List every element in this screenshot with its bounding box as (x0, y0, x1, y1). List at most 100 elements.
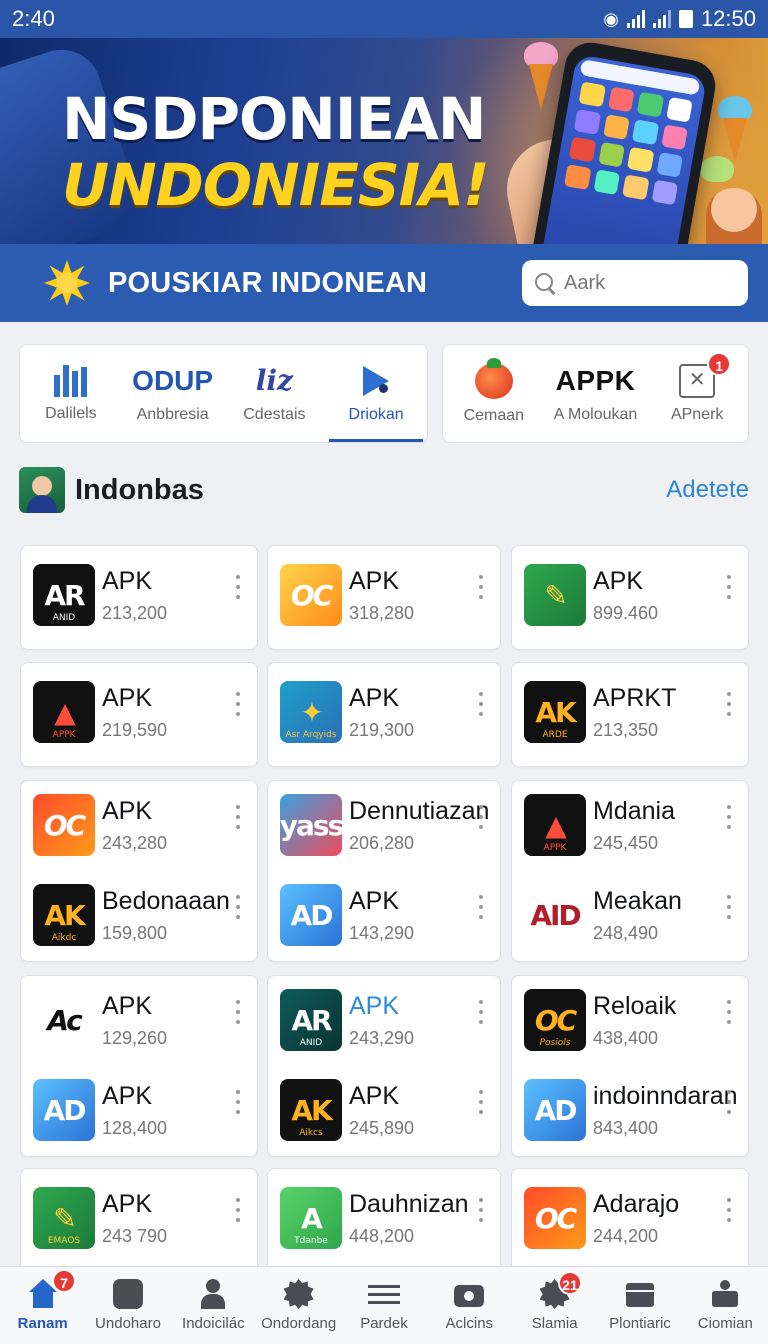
app-icon-caption: APPK (52, 730, 76, 740)
app-item[interactable]: ✎ EMAOS APK 243 790 (33, 1184, 255, 1254)
app-download-count: 245,890 (349, 1118, 415, 1138)
category-label: Cemaan (463, 406, 525, 424)
app-item[interactable]: AK Aikdc Bedonaaan 159,800 (33, 881, 255, 951)
app-name: APK (102, 797, 153, 825)
search-icon[interactable] (534, 272, 556, 294)
app-item[interactable]: AR ANID APK 243,290 (280, 986, 502, 1056)
app-name: APK (593, 567, 644, 595)
nav-item-ranam[interactable]: 7 Ranam (0, 1267, 85, 1344)
more-options-icon[interactable] (726, 692, 732, 716)
app-name: Bedonaaan (102, 887, 230, 915)
category-cdestais[interactable]: liz Cdestais (224, 345, 326, 442)
more-options-icon[interactable] (235, 1198, 241, 1222)
nav-item-slamia[interactable]: 21 Slamia (512, 1267, 597, 1344)
app-item[interactable]: ▲ APPK Mdania 245,450 (524, 791, 746, 861)
app-item[interactable]: AK ARDE APRKT 213,350 (524, 678, 746, 748)
app-download-count: 159,800 (102, 923, 168, 943)
more-options-icon[interactable] (478, 1000, 484, 1024)
app-icon-caption: APPK (543, 843, 567, 853)
app-name: APK (102, 684, 153, 712)
app-item[interactable]: ✦ Asr Arqyids APK 219,300 (280, 678, 502, 748)
more-options-icon[interactable] (726, 1000, 732, 1024)
nav-item-undoharo[interactable]: Undoharo (85, 1267, 170, 1344)
more-options-icon[interactable] (726, 805, 732, 829)
app-item[interactable]: AR ANID APK 213,200 (33, 561, 255, 631)
app-item[interactable]: AID Meakan 248,490 (524, 881, 746, 951)
app-card: ✦ Asr Arqyids APK 219,300 (267, 662, 501, 767)
category-label: Dalilels (45, 404, 97, 422)
see-all-link[interactable]: Adetete (666, 476, 749, 504)
app-name: APK (349, 1082, 400, 1110)
nav-item-pardek[interactable]: Pardek (341, 1267, 426, 1344)
app-name: APK (102, 567, 153, 595)
more-options-icon[interactable] (478, 1198, 484, 1222)
more-options-icon[interactable] (478, 805, 484, 829)
bottom-navigation: 7 Ranam Undoharo Indoicilác Ondordang Pa… (0, 1266, 768, 1344)
app-item[interactable]: OC APK 243,280 (33, 791, 255, 861)
more-options-icon[interactable] (726, 575, 732, 599)
app-icon-glyph: AK (44, 898, 85, 932)
category-label: Anbbresia (136, 405, 209, 423)
more-options-icon[interactable] (478, 692, 484, 716)
subheader-title: POUSKIAR INDONEAN (108, 266, 428, 299)
more-options-icon[interactable] (235, 1090, 241, 1114)
app-card: A Tdanbe Dauhnizan 448,200 (267, 1168, 501, 1278)
search-input[interactable] (564, 271, 724, 295)
more-options-icon[interactable] (478, 575, 484, 599)
app-icon: yass (280, 794, 342, 856)
app-item[interactable]: AD APK 128,400 (33, 1076, 255, 1146)
app-icon: OC Posiols (524, 989, 586, 1051)
category-anbbresia[interactable]: ODUP Anbbresia (122, 345, 224, 442)
app-item[interactable]: AK Aikcs APK 245,890 (280, 1076, 502, 1146)
app-item[interactable]: AD indoinndaran 843,400 (524, 1076, 746, 1146)
category-amoloukan[interactable]: APPK A Moloukan (545, 345, 647, 442)
app-item[interactable]: OC Posiols Reloaik 438,400 (524, 986, 746, 1056)
app-icon-glyph: A (301, 1201, 323, 1235)
app-name: Dauhnizan (349, 1190, 469, 1218)
category-dalilels[interactable]: Dalilels (20, 345, 122, 442)
more-options-icon[interactable] (726, 895, 732, 919)
app-item[interactable]: ✎ APK 899.460 (524, 561, 746, 631)
section-header: Indonbas Adetete (19, 466, 749, 514)
app-item[interactable]: OC Adarajo 244,200 (524, 1184, 746, 1254)
app-item[interactable]: AD APK 143,290 (280, 881, 502, 951)
more-options-icon[interactable] (235, 805, 241, 829)
more-options-icon[interactable] (478, 1090, 484, 1114)
category-driokan[interactable]: Driokan (325, 345, 427, 442)
nav-label: Slamia (531, 1315, 578, 1332)
more-options-icon[interactable] (726, 1090, 732, 1114)
nav-item-ciomian[interactable]: Ciomian (683, 1267, 768, 1344)
more-options-icon[interactable] (235, 895, 241, 919)
more-options-icon[interactable] (235, 692, 241, 716)
app-download-count: 448,200 (349, 1226, 415, 1246)
more-options-icon[interactable] (235, 1000, 241, 1024)
nav-item-plontiaric[interactable]: Plontiaric (597, 1267, 682, 1344)
app-card: Ac APK 129,260 AD APK 128,400 (20, 975, 258, 1157)
app-item[interactable]: ▲ APPK APK 219,590 (33, 678, 255, 748)
more-options-icon[interactable] (478, 895, 484, 919)
nav-item-indoicilac[interactable]: Indoicilác (171, 1267, 256, 1344)
category-cemaan[interactable]: Cemaan (443, 345, 545, 442)
app-item[interactable]: yass Dennutiazan 206,280 (280, 791, 502, 861)
wifi-icon: ◉ (603, 8, 619, 29)
app-download-count: 248,490 (593, 923, 659, 943)
odup-logo: ODUP (132, 364, 214, 396)
app-item[interactable]: OC APK 318,280 (280, 561, 502, 631)
more-options-icon[interactable] (235, 575, 241, 599)
search-box[interactable] (522, 260, 748, 306)
app-icon-glyph: ✎ (544, 578, 568, 612)
notification-badge: 1 (707, 351, 732, 376)
category-apnerk[interactable]: ✕ 1 APnerk (646, 345, 748, 442)
app-icon: OC (524, 1187, 586, 1249)
app-icon: ▲ APPK (33, 681, 95, 743)
nav-item-aclcins[interactable]: Aclcins (427, 1267, 512, 1344)
nav-item-ondordang[interactable]: Ondordang (256, 1267, 341, 1344)
hero-banner[interactable]: NSDPONIEAN UNDONIESIA! (0, 38, 768, 244)
app-icon: ▲ APPK (524, 794, 586, 856)
app-item[interactable]: A Tdanbe Dauhnizan 448,200 (280, 1184, 502, 1254)
nav-label: Aclcins (445, 1315, 494, 1332)
tools-icon (709, 1279, 741, 1309)
more-options-icon[interactable] (726, 1198, 732, 1222)
app-card: ✎ EMAOS APK 243 790 (20, 1168, 258, 1278)
app-item[interactable]: Ac APK 129,260 (33, 986, 255, 1056)
